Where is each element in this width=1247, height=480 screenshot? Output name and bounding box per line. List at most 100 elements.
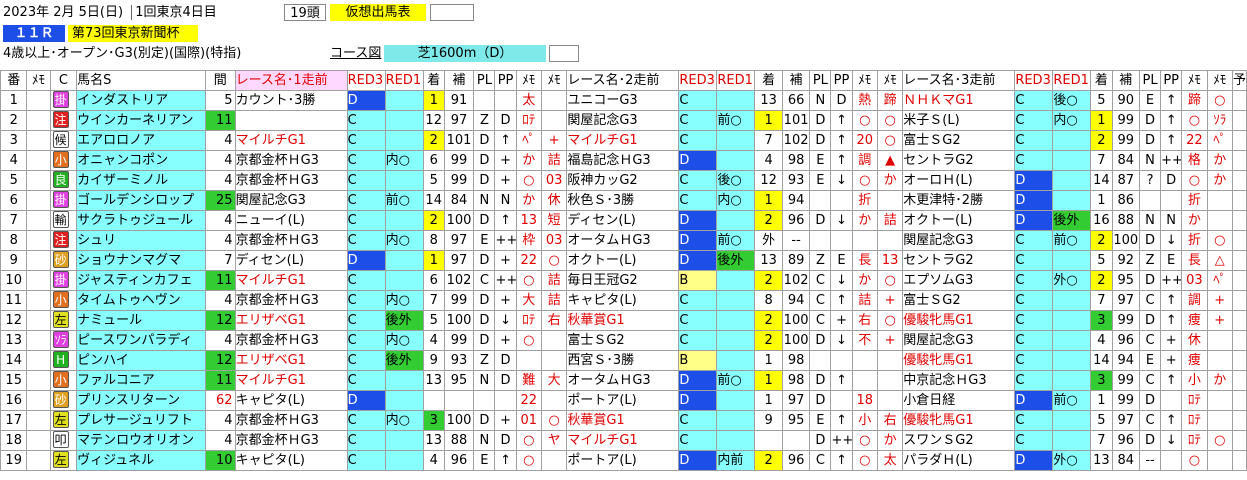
mark-cell[interactable]: 掛: [49, 190, 78, 211]
race-name-r3[interactable]: 小倉日経: [902, 390, 1016, 411]
table-row[interactable]: 13 ｿﾗ ピースワンパラディ 4 京都金杯ＨG3 C 内○ 4 99 D + ○ 富士ＳG2 C 2 100…: [0, 330, 1247, 351]
mark-cell[interactable]: 左: [49, 410, 78, 431]
table-row[interactable]: 2 注ウインカーネリアン 11 C 12 97 Z D ﾛﾃ 関屋記念G3 C 前○ 1 101 D ↑ ○ ○ 米…: [0, 110, 1247, 131]
race-name-r1[interactable]: マイルチG1: [234, 370, 348, 391]
race-name-r3[interactable]: 優駿牝馬G1: [902, 310, 1016, 331]
horse-name[interactable]: ショウナンマグマ: [76, 250, 206, 271]
col-memo-b[interactable]: ﾒﾓ: [540, 70, 568, 91]
race-name-r2[interactable]: オクトー(L): [566, 250, 680, 271]
horse-name[interactable]: インダストリア: [76, 90, 206, 111]
race-name-r1[interactable]: ディセン(L): [234, 250, 348, 271]
horse-name[interactable]: サクラトゥジュール: [76, 210, 206, 231]
mark-cell[interactable]: 良: [49, 170, 78, 191]
mark-cell[interactable]: 左: [49, 450, 78, 471]
race-name-r3[interactable]: 富士ＳG2: [902, 130, 1016, 151]
memo-cell[interactable]: [26, 170, 51, 191]
race-name-r3[interactable]: 関屋記念G3: [902, 230, 1016, 251]
horse-name[interactable]: オニャンコポン: [76, 150, 206, 171]
race-name-r2[interactable]: 秋色Ｓ･3勝: [566, 190, 680, 211]
horse-name[interactable]: ウインカーネリアン: [76, 110, 206, 131]
race-name-r1[interactable]: キャピタ(L): [234, 450, 348, 471]
race-name-r3[interactable]: 優駿牝馬G1: [902, 410, 1016, 431]
horse-name[interactable]: ジャスティンカフェ: [76, 270, 206, 291]
horse-name[interactable]: シュリ: [76, 230, 206, 251]
race-name-r2[interactable]: 関屋記念G3: [566, 110, 680, 131]
mark-cell[interactable]: 候: [49, 130, 78, 151]
race-name-r3[interactable]: セントラG2: [902, 150, 1016, 171]
race-name-r1[interactable]: 京都金杯ＨG3: [234, 170, 348, 191]
horse-name[interactable]: エアロロノア: [76, 130, 206, 151]
col-pl[interactable]: PL: [809, 70, 832, 91]
col-memo-b[interactable]: ﾒﾓ: [876, 70, 904, 91]
table-row[interactable]: 10 掛ジャスティンカフェ 11 マイルチG1 C 6 102 C ++ ○ 詰毎日王冠G2 B 2 10…: [0, 270, 1247, 291]
race-name-r1[interactable]: ニューイ(L): [234, 210, 348, 231]
col-pp[interactable]: PP: [830, 70, 853, 91]
table-row[interactable]: 11 小タイムトゥヘヴン 4 京都金杯ＨG3 C 内○ 7 99 D + 大詰キャピタ(L) C 8 94…: [0, 290, 1247, 311]
mark-cell[interactable]: 小: [49, 370, 78, 391]
mark-cell[interactable]: 左: [49, 310, 78, 331]
table-row[interactable]: 7 輸サクラトゥジュール 4 ニューイ(L) C 2 100 D ↑ 13 短ディセン(L) D 2 96…: [0, 210, 1247, 231]
race-name-r1[interactable]: キャピタ(L): [234, 390, 348, 411]
race-name-r1[interactable]: マイルチG1: [234, 270, 348, 291]
memo-cell[interactable]: [26, 430, 51, 451]
race-name-r3[interactable]: パラダＨ(L): [902, 450, 1016, 471]
race-name-r2[interactable]: ユニコーG3: [566, 90, 680, 111]
col-red3[interactable]: RED3: [346, 70, 386, 91]
race-name-r2[interactable]: 西宮Ｓ･3勝: [566, 350, 680, 371]
race-name-r2[interactable]: 福島記念ＨG3: [566, 150, 680, 171]
horse-name[interactable]: タイムトゥヘヴン: [76, 290, 206, 311]
horse-name[interactable]: カイザーミノル: [76, 170, 206, 191]
memo-cell[interactable]: [26, 110, 51, 131]
table-row[interactable]: 1 掛インダストリア 5 カウント･3勝 D 1 91 太ユニコーG3 C 13 66 N D 熱蹄 ＮＨＫ…: [0, 90, 1247, 111]
memo-cell[interactable]: [26, 150, 51, 171]
table-row[interactable]: 17 左プレサージュリフト 4 京都金杯ＨG3 C 内○ 3 100 D +01 ○ 秋華賞G1 C 9 9…: [0, 410, 1247, 431]
race-name-r3[interactable]: 関屋記念G3: [902, 330, 1016, 351]
race-name-r1[interactable]: 京都金杯ＨG3: [234, 410, 348, 431]
col-horse-name[interactable]: 馬名S: [76, 70, 206, 91]
memo-cell[interactable]: [26, 390, 51, 411]
col-pp[interactable]: PP: [494, 70, 517, 91]
race-name-r2[interactable]: キャピタ(L): [566, 290, 680, 311]
mark-cell[interactable]: 小: [49, 150, 78, 171]
race-name-r2[interactable]: ポートア(L): [566, 450, 680, 471]
race-name-r2[interactable]: 富士ＳG2: [566, 330, 680, 351]
race-name-r1[interactable]: 京都金杯ＨG3: [234, 290, 348, 311]
race-name-r3[interactable]: オクトー(L): [902, 210, 1016, 231]
mark-cell[interactable]: H: [49, 350, 78, 371]
mark-cell[interactable]: 注: [49, 110, 78, 131]
col-red3[interactable]: RED3: [1014, 70, 1054, 91]
col-memo-a[interactable]: ﾒﾓ: [1181, 70, 1208, 91]
race-name-r3[interactable]: オーロＨ(L): [902, 170, 1016, 191]
col-c[interactable]: C: [49, 70, 78, 91]
race-name-r2[interactable]: 秋華賞G1: [566, 310, 680, 331]
mark-cell[interactable]: 砂: [49, 390, 78, 411]
race-name-r1[interactable]: エリザベG1: [234, 350, 348, 371]
mark-cell[interactable]: 輸: [49, 210, 78, 231]
col-race3-name[interactable]: レース名･3走前: [902, 70, 1016, 91]
table-row[interactable]: 12 左ナミュール 12 エリザベG1 C 後外 5 100 D ↓ ﾛﾃ右秋華賞G1 C 2 100 C +…: [0, 310, 1247, 331]
race-name-r2[interactable]: オータムＨG3: [566, 230, 680, 251]
mark-cell[interactable]: 砂: [49, 250, 78, 271]
horse-name[interactable]: プリンスリターン: [76, 390, 206, 411]
virtual-entry-tag[interactable]: 仮想出馬表: [330, 4, 426, 21]
course-map-label[interactable]: コース図: [330, 45, 382, 62]
mark-cell[interactable]: 掛: [49, 90, 78, 111]
memo-cell[interactable]: [26, 270, 51, 291]
memo-cell[interactable]: [26, 370, 51, 391]
race-name-r3[interactable]: スワンＳG2: [902, 430, 1016, 451]
race-name-r2[interactable]: 阪神カッG2: [566, 170, 680, 191]
race-name-r1[interactable]: マイルチG1: [234, 130, 348, 151]
table-row[interactable]: 9 砂ショウナンマグマ 7 ディセン(L) D 1 97 D +22 ○ オクトー(L) D 後外 13 8…: [0, 250, 1247, 271]
race-name-r3[interactable]: 富士ＳG2: [902, 290, 1016, 311]
col-finish[interactable]: 着: [422, 70, 445, 91]
race-name-r1[interactable]: 京都金杯ＨG3: [234, 330, 348, 351]
race-name-r2[interactable]: ポートア(L): [566, 390, 680, 411]
col-finish[interactable]: 着: [754, 70, 783, 91]
table-row[interactable]: 3 候エアロロノア 4 マイルチG1 C 2 101 D ↑ ﾍﾟ + マイルチG1 C 7 102 D ↑ 20…: [0, 130, 1247, 151]
race-name-r2[interactable]: 毎日王冠G2: [566, 270, 680, 291]
memo-cell[interactable]: [26, 190, 51, 211]
race-name-r1[interactable]: 京都金杯ＨG3: [234, 230, 348, 251]
horse-name[interactable]: ファルコニア: [76, 370, 206, 391]
col-memo-a[interactable]: ﾒﾓ: [515, 70, 542, 91]
race-name-r3[interactable]: 木更津特･2勝: [902, 190, 1016, 211]
